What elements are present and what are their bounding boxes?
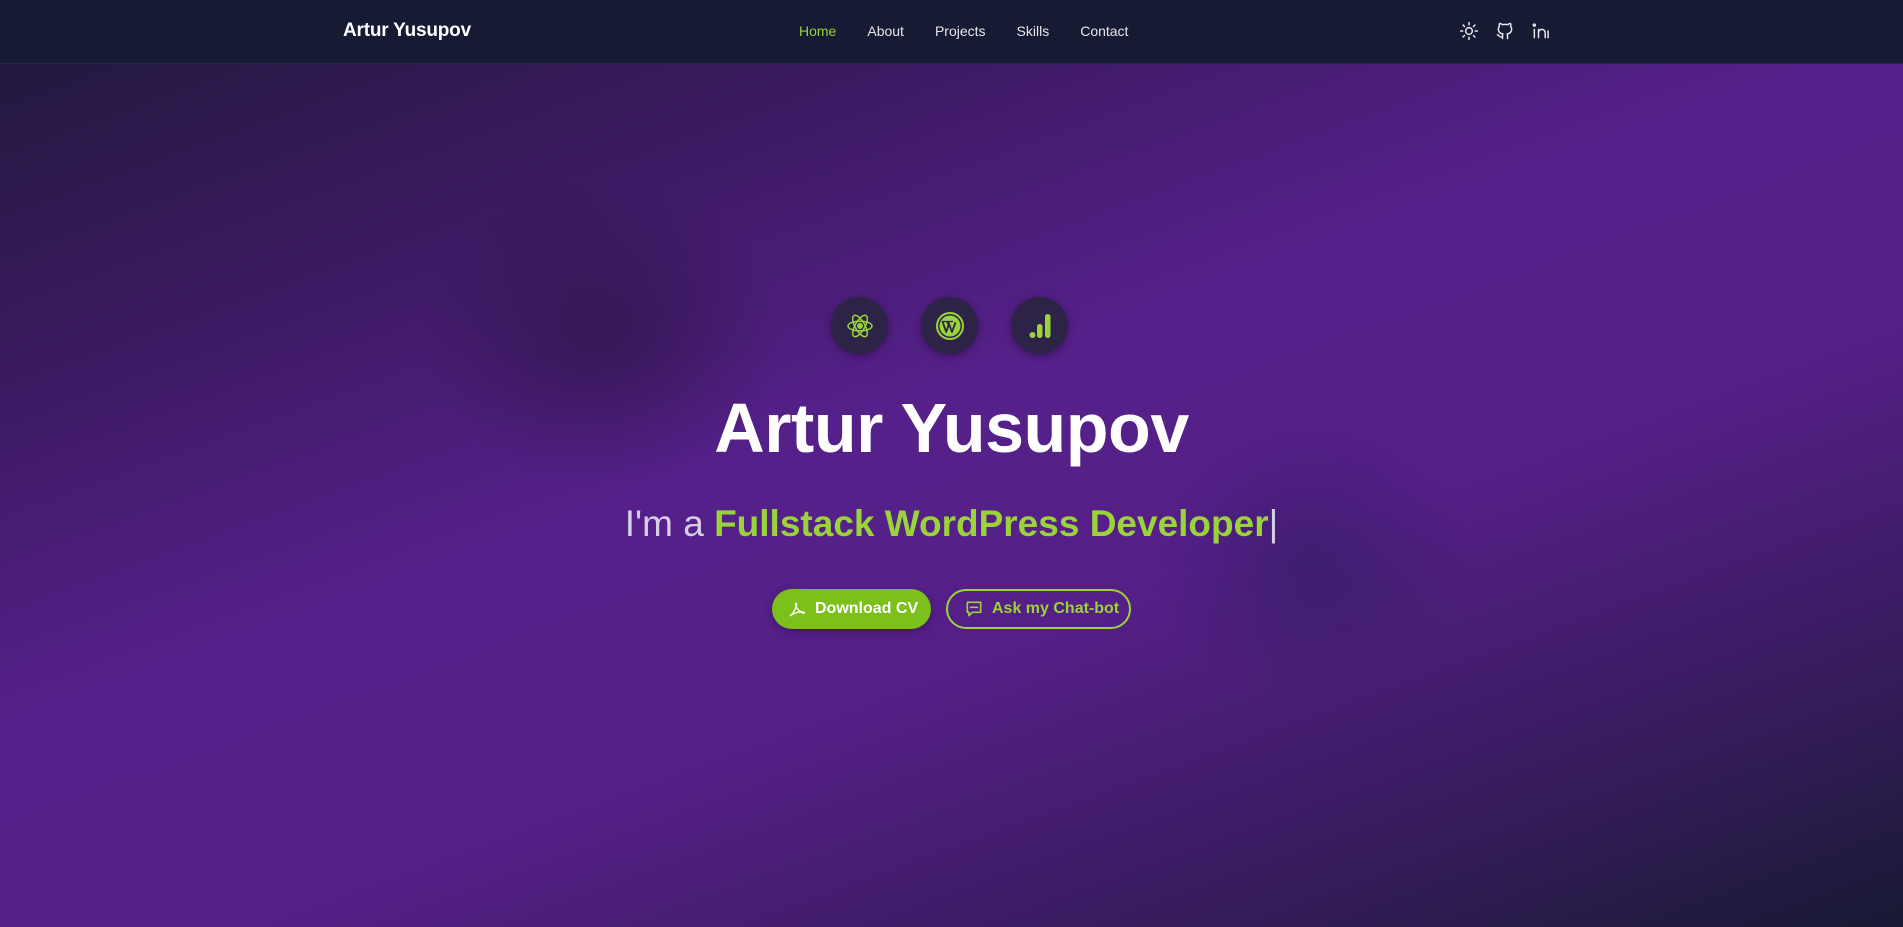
wordpress-badge <box>921 297 978 354</box>
tech-icons-row <box>831 297 1068 354</box>
hero-subtitle: I'm a Fullstack WordPress Developer| <box>0 503 1903 545</box>
nav-contact[interactable]: Contact <box>1080 23 1128 39</box>
chat-icon <box>966 601 982 617</box>
subtitle-role: Fullstack WordPress Developer <box>714 503 1269 544</box>
nav-skills[interactable]: Skills <box>1017 23 1050 39</box>
analytics-badge <box>1011 297 1068 354</box>
analytics-icon <box>1029 313 1050 338</box>
react-icon <box>846 314 873 337</box>
main-menu: Home About Projects Skills Contact <box>799 23 1159 39</box>
header-tools <box>1458 20 1552 42</box>
linkedin-link[interactable] <box>1530 20 1552 42</box>
github-icon <box>1496 22 1513 40</box>
sun-icon <box>1459 21 1479 41</box>
nav-projects[interactable]: Projects <box>935 23 986 39</box>
react-badge <box>831 297 888 354</box>
top-navbar: Artur Yusupov Home About Projects Skills… <box>0 0 1903 64</box>
typing-cursor: | <box>1268 503 1279 544</box>
hero-actions: Download CV Ask my Chat-bot <box>772 589 1131 629</box>
nav-home[interactable]: Home <box>799 23 836 39</box>
download-cv-label: Download CV <box>815 600 919 617</box>
subtitle-prefix: I'm a <box>624 503 704 544</box>
nav-about[interactable]: About <box>867 23 904 39</box>
ask-chatbot-button[interactable]: Ask my Chat-bot <box>946 589 1131 629</box>
linkedin-icon <box>1532 23 1549 39</box>
brand-logo-text[interactable]: Artur Yusupov <box>343 20 471 42</box>
page: Artur Yusupov Home About Projects Skills… <box>0 0 1903 927</box>
download-cv-button[interactable]: Download CV <box>772 589 931 629</box>
wordpress-icon <box>935 311 964 340</box>
ask-chatbot-label: Ask my Chat-bot <box>992 600 1120 617</box>
theme-toggle-button[interactable] <box>1458 20 1480 42</box>
pdf-icon <box>789 602 806 617</box>
hero-title: Artur Yusupov <box>714 389 1189 467</box>
github-link[interactable] <box>1494 20 1516 42</box>
